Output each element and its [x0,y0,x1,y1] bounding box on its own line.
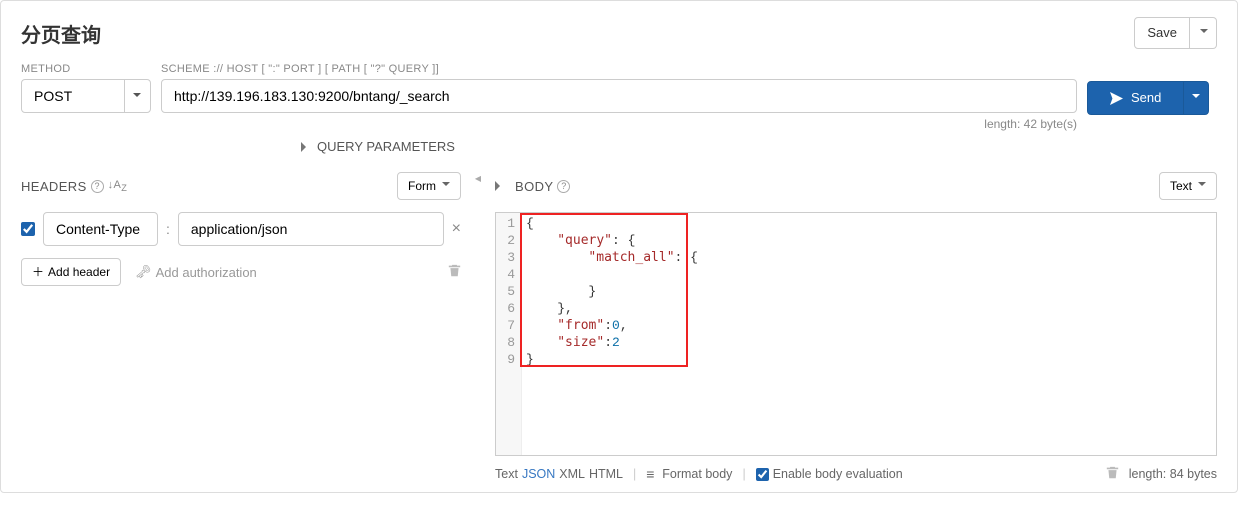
clear-headers-icon[interactable] [448,264,461,280]
help-icon[interactable]: ? [557,180,570,193]
header-value-input[interactable] [178,212,444,246]
method-select[interactable] [21,79,151,113]
method-label: METHOD [21,63,151,75]
help-icon[interactable]: ? [91,180,104,193]
enable-eval-input[interactable] [756,468,769,481]
body-length: length: 84 bytes [1129,467,1217,481]
headers-form-button[interactable]: Form [397,172,461,200]
body-title: BODY [515,179,553,194]
url-input[interactable] [161,79,1077,113]
send-dropdown-button[interactable] [1184,81,1209,115]
sort-icon[interactable]: ↓AZ [108,179,128,193]
body-type-button[interactable]: Text [1159,172,1217,200]
query-parameters-toggle[interactable]: QUERY PARAMETERS [301,139,1077,154]
save-button[interactable]: Save [1134,17,1190,49]
fmt-html[interactable]: HTML [589,467,623,481]
remove-header-icon[interactable]: × [452,220,461,238]
line-gutter: 1 2 3 4 5 6 7 8 9 [496,213,522,455]
code-content[interactable]: { "query": { "match_all": { } }, "from":… [522,213,1216,455]
header-checkbox[interactable] [21,222,35,236]
method-value[interactable] [21,79,151,113]
body-panel: BODY ? Text 1 2 3 4 5 6 7 8 9 { [495,172,1217,482]
chevron-right-icon [301,142,311,152]
panel-resize-handle[interactable] [471,172,485,482]
chevron-down-icon [442,182,450,190]
separator: | [742,467,745,481]
fmt-xml[interactable]: XML [559,467,585,481]
query-params-label: QUERY PARAMETERS [317,139,455,154]
add-authorization-button[interactable]: 🗝 Add authorization [135,264,257,280]
add-header-label: Add header [48,263,110,281]
enable-eval-checkbox[interactable]: Enable body evaluation [756,467,903,481]
format-body-button[interactable]: Format body [646,467,732,482]
headers-panel: HEADERS ? ↓AZ Form : × ＋ Add header [21,172,461,482]
format-options: Text JSON XML HTML [495,467,623,481]
body-type-label: Text [1170,177,1192,195]
chevron-down-icon [1192,94,1200,102]
enable-eval-label: Enable body evaluation [773,467,903,481]
separator: | [633,467,636,481]
chevron-right-icon[interactable] [495,181,505,191]
headers-title: HEADERS [21,179,87,194]
send-button[interactable]: Send [1087,81,1184,115]
url-length-text: length: 42 byte(s) [161,117,1077,131]
add-header-button[interactable]: ＋ Add header [21,258,121,286]
url-label: SCHEME :// HOST [ ":" PORT ] [ PATH [ "?… [161,63,1077,75]
send-label: Send [1131,88,1161,108]
add-auth-label: Add authorization [156,265,257,280]
fmt-text[interactable]: Text [495,467,518,481]
plus-icon: ＋ [32,263,44,281]
chevron-down-icon [1200,29,1208,37]
save-button-group: Save [1134,17,1217,49]
save-dropdown-button[interactable] [1190,17,1217,49]
send-icon [1110,92,1123,105]
page-title: 分页查询 [21,19,101,48]
clear-body-icon[interactable] [1106,466,1119,482]
chevron-down-icon [1198,182,1206,190]
key-icon: 🗝 [135,264,152,280]
header-row: : × [21,212,461,246]
fmt-json[interactable]: JSON [522,467,555,481]
format-icon [646,467,658,482]
header-key-input[interactable] [43,212,158,246]
form-label: Form [408,177,436,195]
colon-separator: : [166,221,170,237]
format-body-label: Format body [662,467,732,481]
body-editor[interactable]: 1 2 3 4 5 6 7 8 9 { "query": { "match_al… [495,212,1217,456]
